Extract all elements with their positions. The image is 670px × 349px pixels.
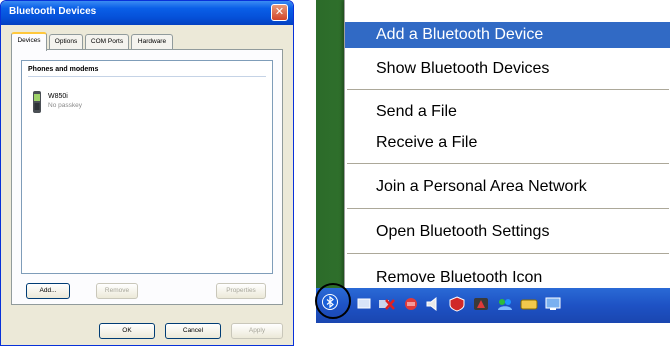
taskbar-notification-area — [316, 288, 670, 323]
device-name: W850i — [48, 93, 68, 100]
security-alert-icon[interactable] — [402, 296, 420, 312]
tab-hardware[interactable]: Hardware — [131, 34, 173, 50]
title-bar[interactable]: Bluetooth Devices ✕ — [1, 1, 293, 25]
menu-separator — [347, 253, 669, 254]
antivirus-icon[interactable] — [472, 296, 490, 312]
tab-options[interactable]: Options — [49, 34, 83, 50]
menu-item-open-bluetooth-settings[interactable]: Open Bluetooth Settings — [345, 219, 670, 245]
close-icon: ✕ — [274, 6, 285, 18]
device-item[interactable]: W850i No passkey — [32, 91, 152, 125]
cancel-button[interactable]: Cancel — [165, 323, 221, 339]
menu-separator — [347, 89, 669, 90]
shield-icon[interactable] — [448, 296, 466, 312]
bluetooth-devices-dialog: Bluetooth Devices ✕ Devices Options COM … — [0, 0, 294, 346]
speaker-icon[interactable] — [424, 296, 442, 312]
network-disconnected-icon[interactable] — [378, 296, 396, 312]
device-list[interactable]: Phones and modems W850i No passkey — [21, 60, 273, 274]
group-divider — [28, 76, 266, 77]
tab-label: Devices — [17, 37, 41, 44]
keyboard-icon[interactable] — [520, 296, 538, 312]
close-button[interactable]: ✕ — [271, 4, 288, 21]
group-header: Phones and modems — [28, 66, 99, 73]
menu-item-send-a-file[interactable]: Send a File — [345, 99, 670, 125]
menu-separator — [347, 208, 669, 209]
add-button[interactable]: Add... — [26, 283, 70, 299]
callout-circle — [315, 283, 351, 319]
bluetooth-context-menu: Add a Bluetooth Device Show Bluetooth De… — [344, 0, 670, 299]
network-icon[interactable] — [356, 296, 374, 312]
ok-button[interactable]: OK — [99, 323, 155, 339]
apply-button[interactable]: Apply — [231, 323, 283, 339]
menu-item-add-bluetooth-device[interactable]: Add a Bluetooth Device — [345, 22, 670, 48]
menu-item-join-personal-area-network[interactable]: Join a Personal Area Network — [345, 174, 670, 200]
device-status: No passkey — [48, 102, 82, 109]
remove-button[interactable]: Remove — [96, 283, 138, 299]
messenger-icon[interactable] — [496, 296, 514, 312]
tab-com-ports[interactable]: COM Ports — [85, 34, 129, 50]
devices-tab-panel: Phones and modems W850i No passkey Add..… — [11, 49, 283, 305]
tab-devices[interactable]: Devices — [11, 32, 47, 51]
properties-button[interactable]: Properties — [216, 283, 266, 299]
mobile-phone-icon — [33, 91, 41, 113]
menu-item-receive-a-file[interactable]: Receive a File — [345, 130, 670, 156]
menu-item-show-bluetooth-devices[interactable]: Show Bluetooth Devices — [345, 56, 670, 82]
menu-separator — [347, 163, 669, 164]
tab-label: Options — [54, 38, 78, 45]
tab-label: Hardware — [137, 38, 167, 45]
display-icon[interactable] — [544, 296, 562, 312]
tab-label: COM Ports — [90, 38, 124, 45]
dialog-title: Bluetooth Devices — [9, 6, 97, 17]
